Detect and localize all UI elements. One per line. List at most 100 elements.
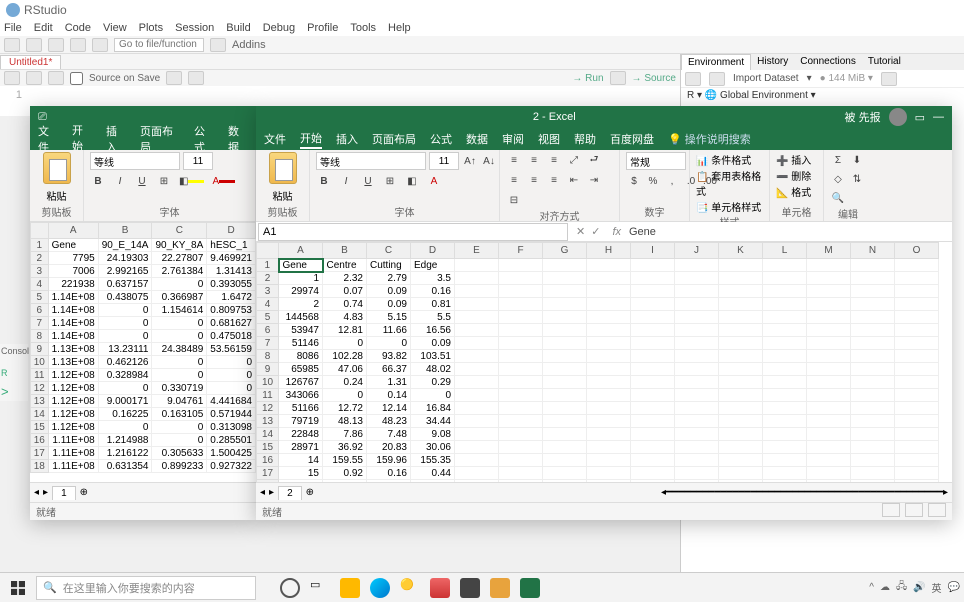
- network-icon[interactable]: 🖧: [896, 579, 907, 596]
- excel2-grid[interactable]: ABCDEFGHIJKLMNO1GeneCentreCuttingEdge212…: [256, 242, 952, 482]
- shrink-font-icon[interactable]: A↓: [481, 153, 497, 169]
- sublime-icon[interactable]: [490, 578, 510, 598]
- import-dataset-button[interactable]: Import Dataset: [733, 73, 799, 84]
- wand-icon[interactable]: [188, 71, 204, 85]
- excel1-sheet-tab[interactable]: 1: [52, 486, 76, 500]
- align-center-icon[interactable]: ≡: [526, 172, 542, 188]
- sheet-nav-next[interactable]: ▸: [43, 487, 48, 498]
- source-button[interactable]: Source: [644, 73, 676, 84]
- excel2-paste-label[interactable]: 粘贴: [273, 188, 293, 203]
- clear-button[interactable]: [881, 72, 897, 86]
- grid-icon[interactable]: [210, 38, 226, 52]
- page-layout-view-icon[interactable]: [905, 503, 923, 517]
- excel2-italic-button[interactable]: I: [338, 173, 354, 189]
- align-top-icon[interactable]: ≡: [506, 152, 522, 168]
- excel2-font-name[interactable]: [316, 152, 426, 170]
- menu-edit[interactable]: Edit: [34, 22, 53, 34]
- excel2-sheet-nav-next[interactable]: ▸: [269, 487, 274, 498]
- open-button[interactable]: [48, 38, 64, 52]
- fx-icon[interactable]: fx: [608, 226, 625, 238]
- autosum-icon[interactable]: Σ: [830, 152, 846, 168]
- wrap-text-button[interactable]: ⮐: [586, 152, 602, 168]
- menu-tools[interactable]: Tools: [350, 22, 376, 34]
- excel2-user[interactable]: 被 先报: [845, 109, 881, 125]
- italic-button[interactable]: I: [112, 173, 128, 189]
- insert-cells-button[interactable]: ➕ 插入: [776, 152, 811, 167]
- menu-view[interactable]: View: [103, 22, 127, 34]
- indent-inc-icon[interactable]: ⇥: [586, 172, 602, 188]
- menu-plots[interactable]: Plots: [139, 22, 163, 34]
- sheet-nav-prev[interactable]: ◂: [34, 487, 39, 498]
- font-color-button[interactable]: A: [211, 173, 236, 189]
- forward-button[interactable]: [26, 71, 42, 85]
- indent-dec-icon[interactable]: ⇤: [566, 172, 582, 188]
- excel2-tab-home[interactable]: 开始: [300, 130, 322, 149]
- align-mid-icon[interactable]: ≡: [526, 152, 542, 168]
- underline-button[interactable]: U: [134, 173, 150, 189]
- system-tray[interactable]: ^ ☁ 🖧 🔊 英 💬: [869, 579, 960, 596]
- align-bot-icon[interactable]: ≡: [546, 152, 562, 168]
- currency-icon[interactable]: $: [626, 173, 642, 189]
- excel2-font-color-button[interactable]: A: [426, 173, 442, 189]
- menu-file[interactable]: File: [4, 22, 22, 34]
- tab-history[interactable]: History: [751, 54, 794, 70]
- merge-button[interactable]: ⊟: [506, 192, 522, 208]
- name-box[interactable]: [258, 223, 568, 241]
- percent-icon[interactable]: %: [645, 173, 661, 189]
- print-button[interactable]: [92, 38, 108, 52]
- clear-icon[interactable]: ◇: [830, 171, 846, 187]
- grow-font-icon[interactable]: A↑: [462, 153, 478, 169]
- cortana-icon[interactable]: [280, 578, 300, 598]
- new-project-button[interactable]: [26, 38, 42, 52]
- excel2-paste-icon[interactable]: [269, 152, 297, 184]
- fill-icon[interactable]: ⬇: [849, 152, 865, 168]
- tell-me-input[interactable]: 💡 操作说明搜索: [668, 131, 751, 147]
- minimize-icon[interactable]: —: [933, 111, 944, 123]
- menu-code[interactable]: Code: [65, 22, 91, 34]
- excel2-underline-button[interactable]: U: [360, 173, 376, 189]
- excel2-tab-help[interactable]: 帮助: [574, 131, 596, 147]
- cond-format-button[interactable]: 📊 条件格式: [696, 152, 751, 167]
- cancel-formula-icon[interactable]: ✕: [576, 225, 585, 238]
- autosave-icon[interactable]: ⎚: [38, 111, 47, 124]
- align-right-icon[interactable]: ≡: [546, 172, 562, 188]
- excel2-tab-insert[interactable]: 插入: [336, 131, 358, 147]
- back-button[interactable]: [4, 71, 20, 85]
- find-icon[interactable]: [166, 71, 182, 85]
- task-view-icon[interactable]: ▭: [310, 578, 330, 598]
- excel-taskbar-icon[interactable]: [520, 578, 540, 598]
- format-cells-button[interactable]: 📐 格式: [776, 184, 811, 199]
- number-format-select[interactable]: [626, 152, 686, 170]
- user-avatar-icon[interactable]: [889, 108, 907, 126]
- font-size-input[interactable]: [183, 152, 213, 170]
- source-tab-untitled1[interactable]: Untitled1*: [0, 55, 61, 69]
- save-workspace-button[interactable]: [709, 72, 725, 86]
- excel2-tab-data[interactable]: 数据: [466, 131, 488, 147]
- border-button[interactable]: ⊞: [156, 173, 172, 189]
- delete-cells-button[interactable]: ➖ 删除: [776, 168, 811, 183]
- excel1-grid[interactable]: ABCD1Gene90_E_14A90_KY_8AhESC_12779524.1…: [30, 222, 256, 482]
- r-pane-icon[interactable]: R: [1, 368, 8, 378]
- chrome-icon[interactable]: 🟡: [400, 578, 420, 598]
- excel2-tab-file[interactable]: 文件: [264, 131, 286, 147]
- bold-button[interactable]: B: [90, 173, 106, 189]
- new-sheet-button[interactable]: ⊕: [80, 487, 88, 498]
- goto-input[interactable]: [114, 38, 204, 52]
- excel2-tab-view[interactable]: 视图: [538, 131, 560, 147]
- menu-debug[interactable]: Debug: [263, 22, 295, 34]
- excel2-titlebar[interactable]: 2 - Excel 被 先报 ▭ —: [256, 106, 952, 128]
- save-button[interactable]: [70, 38, 86, 52]
- paste-label[interactable]: 粘贴: [47, 188, 67, 203]
- start-button[interactable]: [4, 575, 32, 601]
- save-source-button[interactable]: [48, 71, 64, 85]
- excel2-sheet-tab[interactable]: 2: [278, 486, 302, 500]
- run-button[interactable]: Run: [585, 73, 603, 84]
- tab-tutorial[interactable]: Tutorial: [862, 54, 907, 70]
- app-red-icon[interactable]: [430, 578, 450, 598]
- addins-button[interactable]: Addins: [232, 39, 266, 51]
- notification-icon[interactable]: 💬: [948, 582, 960, 593]
- enter-formula-icon[interactable]: ✓: [591, 225, 600, 238]
- find-select-icon[interactable]: 🔍: [830, 190, 846, 206]
- align-left-icon[interactable]: ≡: [506, 172, 522, 188]
- volume-icon[interactable]: 🔊: [913, 582, 925, 593]
